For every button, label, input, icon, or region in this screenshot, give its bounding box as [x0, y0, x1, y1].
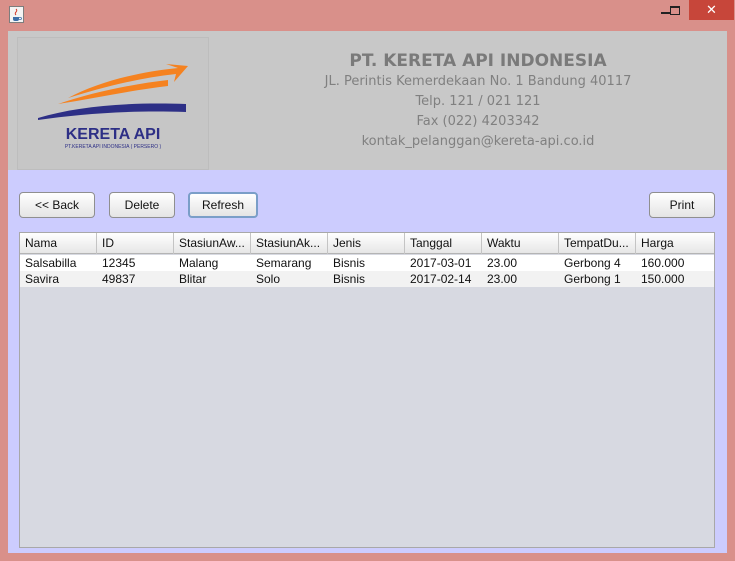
back-button[interactable]: << Back: [19, 192, 95, 218]
company-header: KERETA API PT.KERETA API INDONESIA ( PER…: [8, 31, 727, 170]
cell-nama: Salsabilla: [25, 256, 77, 270]
cell-tempat-duduk: Gerbong 1: [564, 272, 621, 286]
cell-stasiun-akhir: Semarang: [256, 256, 312, 270]
cell-stasiun-akhir: Solo: [256, 272, 281, 286]
company-name: PT. KERETA API INDONESIA: [349, 51, 607, 71]
company-fax: Fax (022) 4203342: [416, 114, 540, 129]
cell-waktu: 23.00: [487, 256, 518, 270]
cell-jenis: Bisnis: [333, 256, 366, 270]
maximize-icon: [669, 5, 680, 15]
close-icon: ✕: [706, 2, 717, 18]
column-header-harga[interactable]: Harga: [636, 233, 714, 254]
kereta-api-logo-icon: [38, 64, 188, 120]
close-button[interactable]: ✕: [689, 0, 734, 20]
column-header-nama[interactable]: Nama: [20, 233, 97, 254]
column-header-id[interactable]: ID: [97, 233, 174, 254]
column-header-stasiun-akhir[interactable]: StasiunAk...: [251, 233, 328, 254]
logo-title: KERETA API: [65, 126, 161, 143]
maximize-button[interactable]: [661, 0, 688, 20]
delete-button[interactable]: Delete: [109, 192, 175, 218]
cell-stasiun-awal: Blitar: [179, 272, 207, 286]
cell-id: 12345: [102, 256, 136, 270]
logo-subtitle: PT.KERETA API INDONESIA ( PERSERO ): [64, 144, 162, 150]
cell-jenis: Bisnis: [333, 272, 366, 286]
refresh-button[interactable]: Refresh: [188, 192, 258, 218]
main-panel: KERETA API PT.KERETA API INDONESIA ( PER…: [8, 31, 727, 553]
java-cup-icon[interactable]: [9, 6, 24, 23]
company-phone: Telp. 121 / 021 121: [415, 94, 541, 109]
table-header: Nama ID StasiunAw... StasiunAk... Jenis …: [20, 233, 714, 254]
print-button[interactable]: Print: [649, 192, 715, 218]
column-header-tanggal[interactable]: Tanggal: [405, 233, 482, 254]
table-row[interactable]: Savira 49837 Blitar Solo Bisnis 2017-02-…: [20, 271, 714, 287]
title-bar: ✕: [0, 0, 735, 30]
cell-nama: Savira: [25, 272, 60, 286]
cell-tempat-duduk: Gerbong 4: [564, 256, 621, 270]
company-email: kontak_pelanggan@kereta-api.co.id: [361, 134, 595, 149]
cell-tanggal: 2017-02-14: [410, 272, 472, 286]
cell-id: 49837: [102, 272, 136, 286]
company-info: PT. KERETA API INDONESIA JL. Perintis Ke…: [278, 50, 678, 152]
column-header-stasiun-awal[interactable]: StasiunAw...: [174, 233, 251, 254]
column-header-tempat-duduk[interactable]: TempatDu...: [559, 233, 636, 254]
column-header-jenis[interactable]: Jenis: [328, 233, 405, 254]
cell-waktu: 23.00: [487, 272, 518, 286]
logo: KERETA API PT.KERETA API INDONESIA ( PER…: [17, 37, 209, 170]
cell-harga: 150.000: [641, 272, 685, 286]
column-header-waktu[interactable]: Waktu: [482, 233, 559, 254]
cell-stasiun-awal: Malang: [179, 256, 219, 270]
cell-tanggal: 2017-03-01: [410, 256, 472, 270]
table-row[interactable]: Salsabilla 12345 Malang Semarang Bisnis …: [20, 255, 714, 271]
cell-harga: 160.000: [641, 256, 685, 270]
ticket-table[interactable]: Nama ID StasiunAw... StasiunAk... Jenis …: [19, 232, 715, 548]
company-address: JL. Perintis Kemerdekaan No. 1 Bandung 4…: [324, 74, 632, 89]
